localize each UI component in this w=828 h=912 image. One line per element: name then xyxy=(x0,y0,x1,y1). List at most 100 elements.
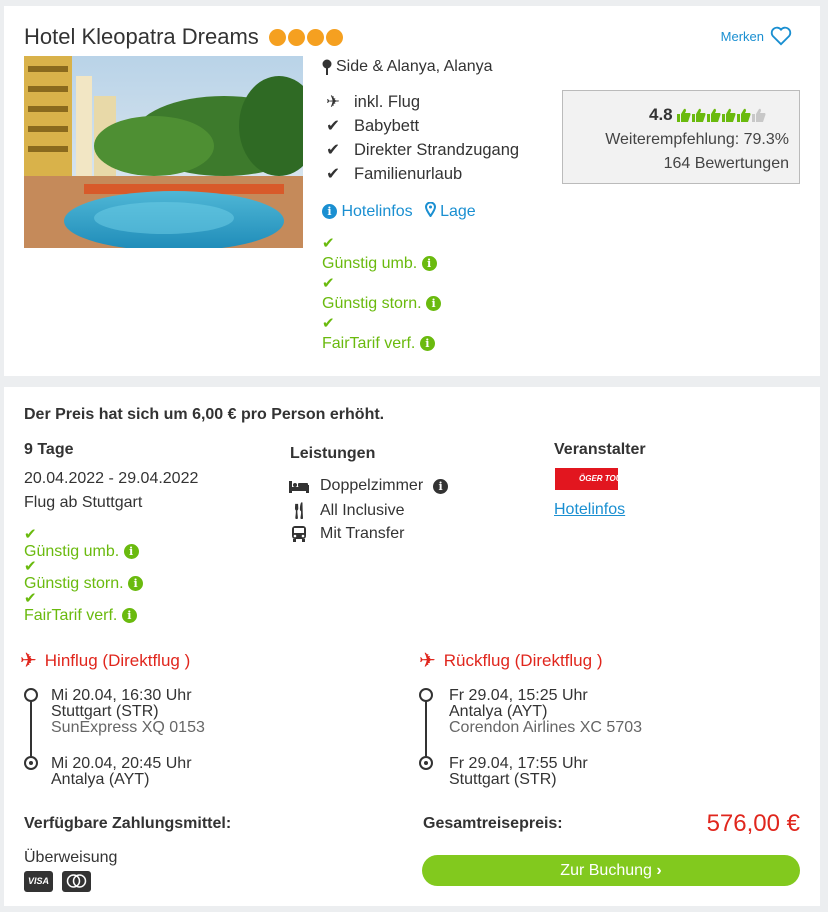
info-icon[interactable]: i xyxy=(426,296,442,311)
trip-dates: 20.04.2022 - 29.04.2022 xyxy=(24,470,199,487)
thumb-up-empty-icon xyxy=(751,108,766,122)
services-title: Leistungen xyxy=(290,445,376,462)
operator-hotelinfos-link[interactable]: Hotelinfos xyxy=(554,501,625,519)
info-icon[interactable]: i xyxy=(123,544,139,559)
lage-link[interactable]: Lage xyxy=(424,201,476,221)
badge-label: FairTarif verf. xyxy=(322,335,416,352)
hotel-stars xyxy=(268,24,345,49)
service-room: Doppelzimmer i xyxy=(288,477,449,495)
outbound-arr-time: Mi 20.04, 20:45 Uhr xyxy=(51,755,192,772)
check-icon: ✔ xyxy=(322,235,335,252)
hotel-card: Hotel Kleopatra Dreams Merken Side & Ala… xyxy=(4,6,820,376)
badge-guenstig-storn[interactable]: Günstig storn. i xyxy=(322,294,442,314)
feature-family: ✔ Familienurlaub xyxy=(322,164,462,184)
thumb-up-icon xyxy=(706,108,721,122)
location-pin-icon xyxy=(424,201,436,218)
arrival-marker xyxy=(419,756,433,770)
info-icon[interactable]: i xyxy=(128,576,144,591)
offer-card: Der Preis hat sich um 6,00 € pro Person … xyxy=(4,387,820,906)
booking-button[interactable]: Zur Buchung › xyxy=(422,855,800,886)
info-icon[interactable]: i xyxy=(433,478,449,494)
bus-icon xyxy=(292,526,306,542)
return-title: ✈ Rückflug (Direktflug ) xyxy=(419,648,602,673)
hotel-title-row: Hotel Kleopatra Dreams xyxy=(24,24,345,50)
feature-label: Familienurlaub xyxy=(354,164,463,183)
return-arr-airport: Stuttgart (STR) xyxy=(449,771,557,788)
info-icon[interactable]: i xyxy=(419,336,435,351)
heart-icon xyxy=(770,26,792,46)
return-dep-time: Fr 29.04, 15:25 Uhr xyxy=(449,687,588,704)
service-label: Mit Transfer xyxy=(320,525,405,542)
operator-title: Veranstalter xyxy=(554,441,646,458)
outbound-dep-airport: Stuttgart (STR) xyxy=(51,703,159,720)
feature-beach: ✔ Direkter Strandzugang xyxy=(322,140,519,160)
return-dep-airport: Antalya (AYT) xyxy=(449,703,548,720)
star-icon xyxy=(306,29,324,46)
price-change-notice: Der Preis hat sich um 6,00 € pro Person … xyxy=(24,406,385,423)
total-price-label: Gesamtreisepreis: xyxy=(423,815,563,832)
departure-marker xyxy=(419,688,433,702)
badge-guenstig-umb[interactable]: Günstig umb. i xyxy=(322,254,437,274)
thumb-up-icon xyxy=(736,108,751,122)
badge-fairtarif[interactable]: FairTarif verf. i xyxy=(322,334,435,354)
plane-icon: ✈ xyxy=(326,93,340,111)
check-icon: ✔ xyxy=(326,165,340,183)
badge-label: Günstig storn. xyxy=(24,575,124,592)
badge-label: Günstig umb. xyxy=(322,255,418,272)
timeline xyxy=(425,695,427,763)
hotel-image[interactable] xyxy=(24,56,303,248)
badge-guenstig-storn[interactable]: Günstig storn. i xyxy=(24,574,144,594)
feature-babybed: ✔ Babybett xyxy=(322,116,419,136)
payment-title: Verfügbare Zahlungsmittel: xyxy=(24,815,232,832)
star-icon xyxy=(268,29,286,46)
total-price: 576,00 € xyxy=(706,810,800,837)
star-icon xyxy=(325,29,343,46)
check-icon: ✔ xyxy=(326,141,340,159)
check-icon: ✔ xyxy=(24,526,37,543)
info-icon[interactable]: i xyxy=(121,608,137,623)
merken-label: Merken xyxy=(720,28,764,44)
hotel-photo xyxy=(24,56,303,248)
mastercard-logo xyxy=(66,874,87,888)
feature-label: Babybett xyxy=(354,116,420,135)
star-icon xyxy=(287,29,305,46)
outbound-airline: SunExpress XQ 0153 xyxy=(51,719,205,736)
badge-fairtarif[interactable]: FairTarif verf. i xyxy=(24,606,137,626)
thumb-up-icon xyxy=(676,108,691,122)
arrival-marker xyxy=(24,756,38,770)
check-icon: ✔ xyxy=(326,117,340,135)
service-board: 🍴︎ All Inclusive xyxy=(288,501,405,521)
return-arr-time: Fr 29.04, 17:55 Uhr xyxy=(449,755,588,772)
badge-label: FairTarif verf. xyxy=(24,607,118,624)
rating-score: 4.8 xyxy=(649,105,673,124)
timeline xyxy=(30,695,32,763)
feature-label: Direkter Strandzugang xyxy=(354,140,520,159)
recommendation-text: Weiterempfehlung: 79.3% xyxy=(605,131,789,148)
check-icon: ✔ xyxy=(322,315,335,332)
review-count: 164 Bewertungen xyxy=(663,155,789,172)
rating-box[interactable]: 4.8 Weiterempfehlung: 79.3% 164 Bewertun… xyxy=(562,90,800,184)
hotelinfos-link[interactable]: i Hotelinfos xyxy=(322,203,413,221)
thumb-up-icon xyxy=(721,108,736,122)
plane-icon: ✈ xyxy=(419,650,436,672)
outbound-title-text: Hinflug (Direktflug ) xyxy=(44,650,191,670)
hotel-name[interactable]: Hotel Kleopatra Dreams xyxy=(24,24,259,49)
departure-marker xyxy=(24,688,38,702)
info-icon[interactable]: i xyxy=(421,256,437,271)
info-icon: i xyxy=(322,203,337,219)
hotel-location: Side & Alanya, Alanya xyxy=(322,58,493,76)
trip-duration: 9 Tage xyxy=(24,441,74,458)
merken-button[interactable]: Merken xyxy=(721,26,792,46)
outbound-title: ✈ Hinflug (Direktflug ) xyxy=(20,648,190,673)
departure-airport: Flug ab Stuttgart xyxy=(24,494,143,511)
bed-icon xyxy=(289,481,309,493)
check-icon: ✔ xyxy=(24,558,37,575)
badge-label: Günstig storn. xyxy=(322,295,422,312)
lage-label: Lage xyxy=(440,203,476,220)
feature-flight: ✈ inkl. Flug xyxy=(322,92,420,112)
hotelinfos-label: Hotelinfos xyxy=(341,202,413,220)
rating-thumbs xyxy=(676,108,766,123)
thumb-up-icon xyxy=(691,108,706,122)
booking-button-label: Zur Buchung xyxy=(560,862,652,879)
badge-guenstig-umb[interactable]: Günstig umb. i xyxy=(24,542,139,562)
